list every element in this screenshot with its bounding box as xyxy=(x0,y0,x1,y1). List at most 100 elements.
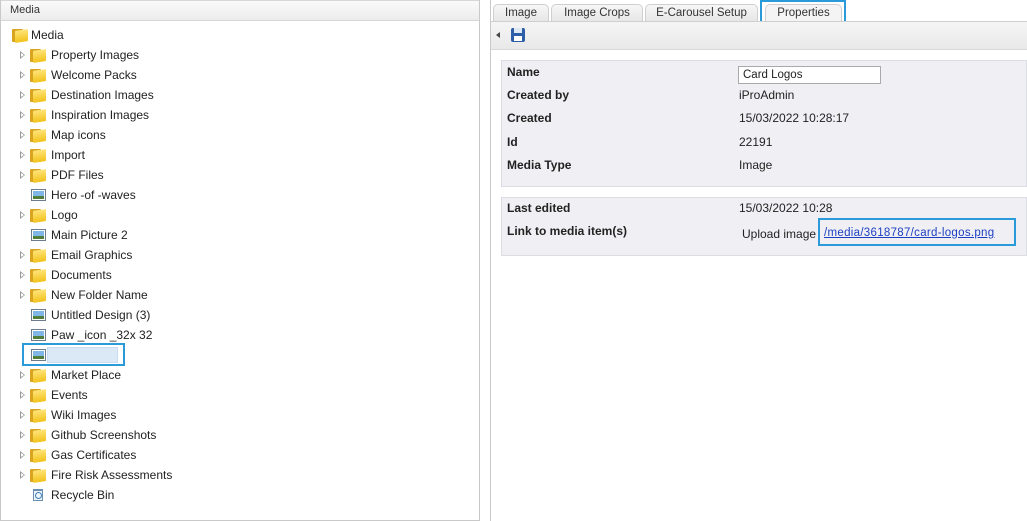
expand-arrow-icon[interactable] xyxy=(20,131,25,139)
expand-arrow-icon[interactable] xyxy=(20,271,25,279)
media-type-value: Image xyxy=(739,158,773,172)
tree-folder-item[interactable]: Import xyxy=(20,145,320,165)
expand-arrow-icon[interactable] xyxy=(20,411,25,419)
tree-item-label: Events xyxy=(51,388,88,402)
tree-item-label: New Folder Name xyxy=(51,288,148,302)
folder-icon xyxy=(30,208,46,223)
id-value: 22191 xyxy=(739,135,773,149)
folder-icon xyxy=(30,388,46,403)
tree-folder-item[interactable]: Email Graphics xyxy=(20,245,320,265)
tree-media-item[interactable]: Untitled Design (3) xyxy=(20,305,320,325)
tree-media-item[interactable]: Hero -of -waves xyxy=(20,185,320,205)
tree-media-item[interactable]: Paw _icon _32x 32 xyxy=(20,325,320,345)
folder-icon xyxy=(30,408,46,423)
tree-item-label: Market Place xyxy=(51,368,122,382)
expand-arrow-icon[interactable] xyxy=(20,251,25,259)
folder-icon xyxy=(30,108,46,123)
save-icon[interactable] xyxy=(511,28,525,42)
expand-arrow-icon[interactable] xyxy=(20,51,25,59)
expand-arrow-icon[interactable] xyxy=(20,91,25,99)
expand-arrow-icon[interactable] xyxy=(20,291,25,299)
name-input[interactable] xyxy=(738,66,881,84)
tree-media-item[interactable]: Main Picture 2 xyxy=(20,225,320,245)
tree-folder-item[interactable]: Events xyxy=(20,385,320,405)
expand-arrow-icon[interactable] xyxy=(20,111,25,119)
media-type-label: Media Type xyxy=(507,158,572,172)
folder-icon xyxy=(30,268,46,283)
tree-item-label: Property Images xyxy=(51,48,140,62)
tree-folder-item[interactable]: Wiki Images xyxy=(20,405,320,425)
name-label: Name xyxy=(507,65,540,79)
tree-item-label: Main Picture 2 xyxy=(51,228,128,242)
last-edited-value: 15/03/2022 10:28 xyxy=(739,201,833,215)
tree-folder-item[interactable]: Github Screenshots xyxy=(20,425,320,445)
tree-folder-item[interactable]: Destination Images xyxy=(20,85,320,105)
tree-item-label: Destination Images xyxy=(51,88,154,102)
recycle-bin-icon xyxy=(33,489,43,501)
tree-item-label: Email Graphics xyxy=(51,248,133,262)
expand-arrow-icon[interactable] xyxy=(20,171,25,179)
created-by-value: iProAdmin xyxy=(739,88,795,102)
created-value: 15/03/2022 10:28:17 xyxy=(739,111,850,125)
panel-header: Media xyxy=(1,0,479,21)
tree-item-label: Import xyxy=(51,148,86,162)
tree-item-label: Gas Certificates xyxy=(51,448,137,462)
tree-item-label: Wiki Images xyxy=(51,408,117,422)
tab-image[interactable]: Image xyxy=(493,4,549,21)
toolbar xyxy=(491,21,1027,50)
expand-arrow-icon[interactable] xyxy=(20,211,25,219)
folder-icon xyxy=(30,168,46,183)
folder-icon xyxy=(12,28,28,43)
tree-folder-item[interactable]: Market Place xyxy=(20,365,320,385)
tree-item-label: PDF Files xyxy=(51,168,104,182)
tree-folder-item[interactable]: Gas Certificates xyxy=(20,445,320,465)
tab-e-carousel-setup[interactable]: E-Carousel Setup xyxy=(645,4,758,21)
tab-image-label: Image xyxy=(505,7,537,19)
folder-icon xyxy=(30,468,46,483)
tree-item-label: Fire Risk Assessments xyxy=(51,468,173,482)
folder-icon xyxy=(30,448,46,463)
tree-recycle-bin[interactable]: Recycle Bin xyxy=(20,485,320,505)
tab-e-carousel-label: E-Carousel Setup xyxy=(656,7,747,19)
image-file-icon xyxy=(31,189,46,201)
tree-folder-item[interactable]: PDF Files xyxy=(20,165,320,185)
tree-item-label: Logo xyxy=(51,208,78,222)
tree-folder-item[interactable]: Property Images xyxy=(20,45,320,65)
image-file-icon xyxy=(31,309,46,321)
image-file-icon xyxy=(31,229,46,241)
tree-folder-item[interactable]: Map icons xyxy=(20,125,320,145)
media-link-highlight xyxy=(818,218,1016,246)
tree-folder-item[interactable]: Documents xyxy=(20,265,320,285)
expand-arrow-icon[interactable] xyxy=(20,71,25,79)
tree-item-label: Recycle Bin xyxy=(51,488,115,502)
tree-item-label: Map icons xyxy=(51,128,106,142)
expand-arrow-icon[interactable] xyxy=(20,471,25,479)
folder-icon xyxy=(30,88,46,103)
collapse-arrow-icon[interactable] xyxy=(496,32,500,38)
tree-folder-item[interactable]: New Folder Name xyxy=(20,285,320,305)
folder-icon xyxy=(30,148,46,163)
folder-icon xyxy=(30,68,46,83)
expand-arrow-icon[interactable] xyxy=(20,371,25,379)
selected-item-highlight xyxy=(22,343,125,366)
expand-arrow-icon[interactable] xyxy=(20,431,25,439)
expand-arrow-icon[interactable] xyxy=(20,391,25,399)
folder-icon xyxy=(30,428,46,443)
expand-arrow-icon[interactable] xyxy=(20,151,25,159)
tree-folder-item[interactable]: Inspiration Images xyxy=(20,105,320,125)
tree-folder-item[interactable]: Logo xyxy=(20,205,320,225)
upload-image-label: Upload image xyxy=(742,227,817,241)
folder-icon xyxy=(30,48,46,63)
tree-folder-item[interactable]: Fire Risk Assessments xyxy=(20,465,320,485)
created-label: Created xyxy=(507,111,552,125)
id-label: Id xyxy=(507,135,518,149)
image-file-icon xyxy=(31,329,46,341)
tree-item-label: Inspiration Images xyxy=(51,108,150,122)
tree-item-label: Github Screenshots xyxy=(51,428,157,442)
panel-title: Media xyxy=(10,4,40,16)
expand-arrow-icon[interactable] xyxy=(20,451,25,459)
tree-item-label: Welcome Packs xyxy=(51,68,137,82)
tab-image-crops[interactable]: Image Crops xyxy=(551,4,643,21)
folder-icon xyxy=(30,288,46,303)
tree-folder-item[interactable]: Welcome Packs xyxy=(20,65,320,85)
